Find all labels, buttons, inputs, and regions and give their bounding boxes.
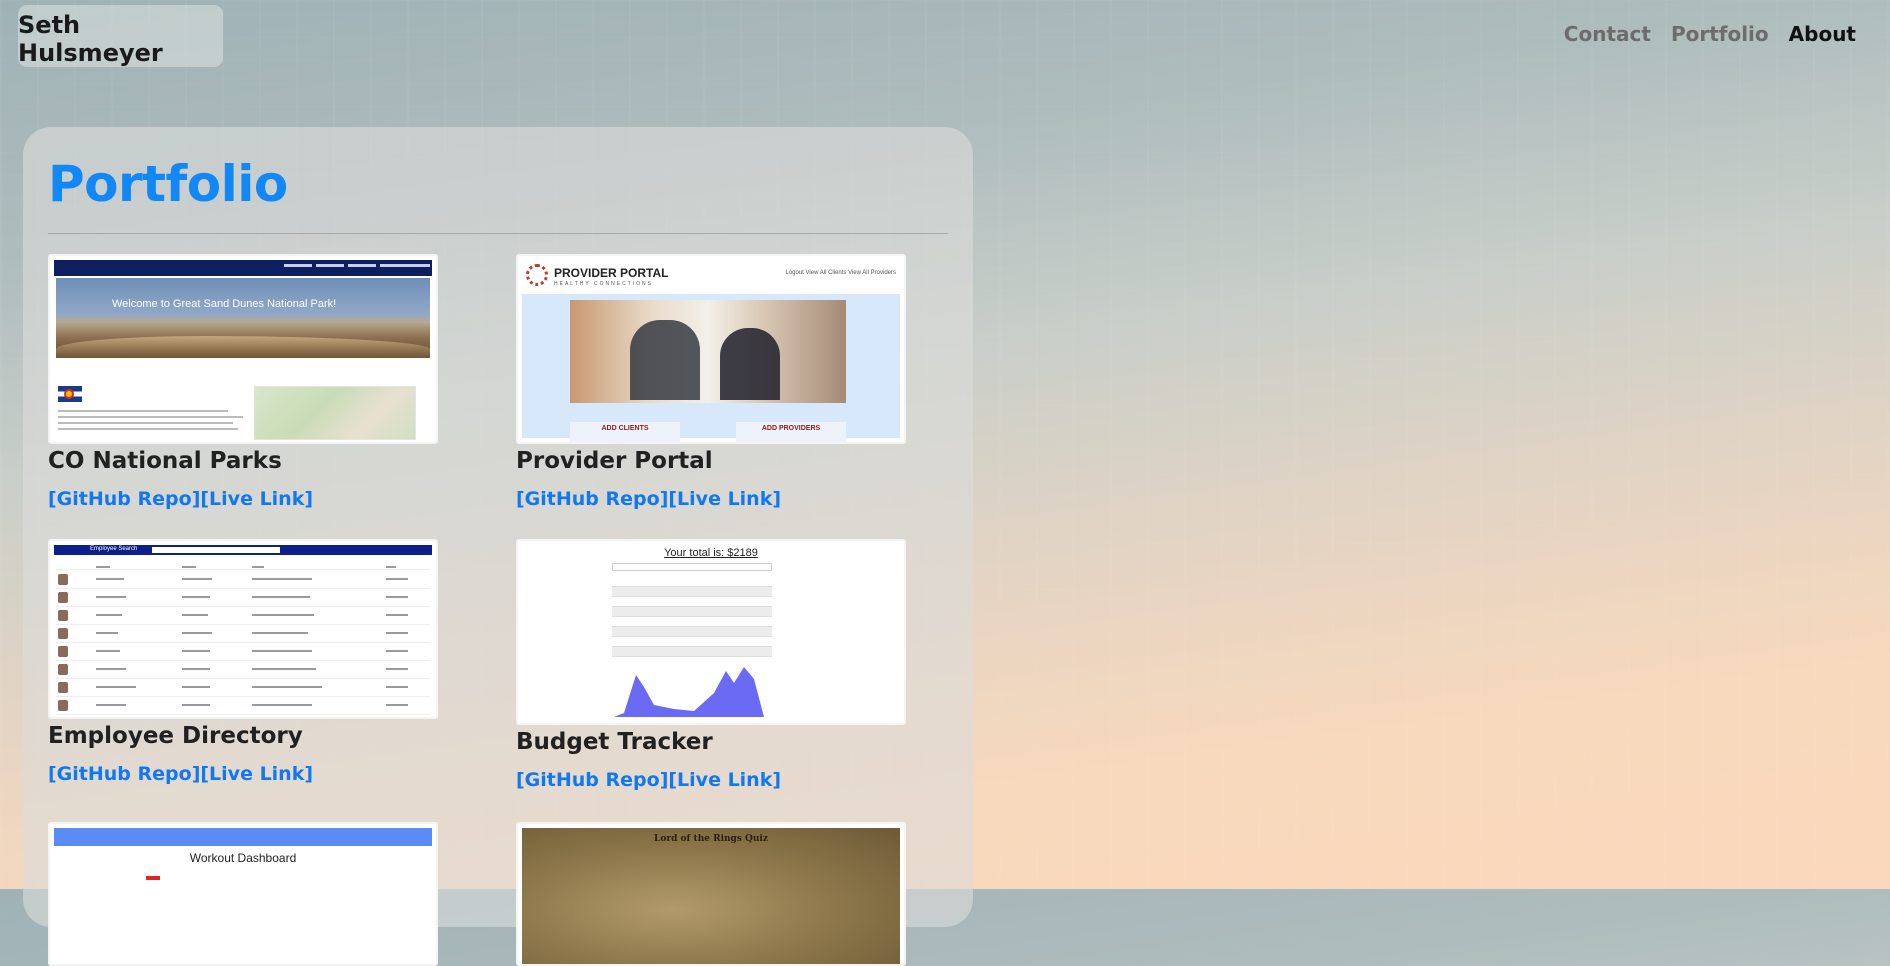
thumb-add-clients: ADD CLIENTS xyxy=(570,422,680,442)
project-thumbnail[interactable]: Your total is: $2189 xyxy=(516,539,906,725)
project-title: Employee Directory xyxy=(48,723,303,749)
live-link[interactable]: [Live Link] xyxy=(668,488,781,510)
project-card: Employee Search Employee Directory [GitH… xyxy=(48,539,438,785)
title-divider xyxy=(48,233,948,234)
thumb-nav: Logout View All Clients View All Provide… xyxy=(785,270,896,276)
nav-about[interactable]: About xyxy=(1779,22,1866,46)
thumb-title: Employee Search xyxy=(90,546,138,552)
project-links: [GitHub Repo][Live Link] xyxy=(516,488,906,510)
project-title: CO National Parks xyxy=(48,448,282,474)
portfolio-card: Portfolio Welcome to Great Sand Dunes Na… xyxy=(23,127,973,966)
project-title: Budget Tracker xyxy=(516,729,713,755)
thumb-title: Your total is: $2189 xyxy=(664,547,758,559)
thumb-navbar: Employee Search xyxy=(54,545,432,555)
project-thumbnail[interactable]: Welcome to Great Sand Dunes National Par… xyxy=(48,254,438,444)
thumb-navbar xyxy=(54,828,432,846)
thumb-subtitle: HEALTHY CONNECTIONS xyxy=(554,281,653,287)
thumb-map: Lord of the Rings Quiz xyxy=(522,828,900,964)
nav-portfolio[interactable]: Portfolio xyxy=(1661,22,1779,46)
live-link[interactable]: [Live Link] xyxy=(200,763,313,785)
project-card: Your total is: $2189 Budget Tracker [Git… xyxy=(516,539,906,791)
project-links: [GitHub Repo][Live Link] xyxy=(516,769,906,791)
project-links: [GitHub Repo][Live Link] xyxy=(48,488,438,510)
thumb-title: Workout Dashboard xyxy=(189,851,297,865)
live-link[interactable]: [Live Link] xyxy=(200,488,313,510)
thumb-table xyxy=(612,577,772,657)
project-card: Welcome to Great Sand Dunes National Par… xyxy=(48,254,438,510)
project-thumbnail[interactable]: Workout Dashboard xyxy=(48,822,438,966)
provider-logo-icon xyxy=(526,264,548,286)
thumb-body: ADD CLIENTS ADD PROVIDERS xyxy=(522,294,900,442)
nav-contact[interactable]: Contact xyxy=(1554,22,1661,46)
project-thumbnail[interactable]: Employee Search xyxy=(48,539,438,719)
project-links: [GitHub Repo][Live Link] xyxy=(48,763,438,785)
project-title: Provider Portal xyxy=(516,448,713,474)
thumb-photo xyxy=(570,300,846,403)
thumb-navbar xyxy=(54,260,432,276)
top-nav: Contact Portfolio About xyxy=(1554,22,1866,46)
thumb-map xyxy=(254,386,416,440)
thumb-title: PROVIDER PORTAL xyxy=(554,266,669,280)
github-repo-link[interactable]: [GitHub Repo] xyxy=(48,488,200,510)
thumb-hero-text: Welcome to Great Sand Dunes National Par… xyxy=(112,298,337,310)
project-thumbnail[interactable]: PROVIDER PORTAL HEALTHY CONNECTIONS Logo… xyxy=(516,254,906,444)
brand-link[interactable]: Seth Hulsmeyer xyxy=(18,5,223,67)
live-link[interactable]: [Live Link] xyxy=(668,769,781,791)
github-repo-link[interactable]: [GitHub Repo] xyxy=(48,763,200,785)
project-thumbnail[interactable]: Lord of the Rings Quiz xyxy=(516,822,906,966)
thumb-add-providers: ADD PROVIDERS xyxy=(736,422,846,442)
project-card: PROVIDER PORTAL HEALTHY CONNECTIONS Logo… xyxy=(516,254,906,510)
project-card: Lord of the Rings Quiz xyxy=(516,822,906,966)
github-repo-link[interactable]: [GitHub Repo] xyxy=(516,769,668,791)
thumb-area-chart xyxy=(614,667,764,717)
colorado-flag-icon xyxy=(58,386,82,402)
page-title: Portfolio xyxy=(48,155,288,213)
github-repo-link[interactable]: [GitHub Repo] xyxy=(516,488,668,510)
project-card: Workout Dashboard xyxy=(48,822,438,966)
thumb-title: Lord of the Rings Quiz xyxy=(654,834,768,844)
